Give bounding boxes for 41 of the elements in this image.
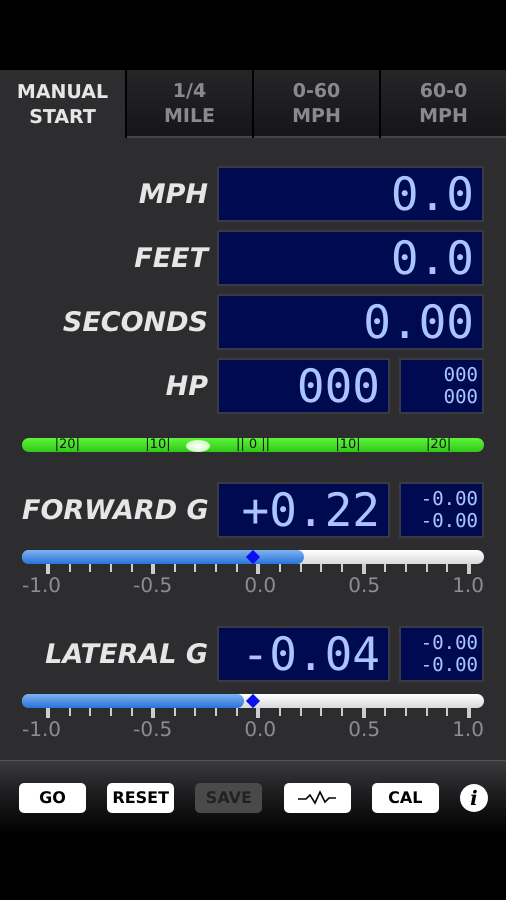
scale-label: 0.5 <box>348 574 380 596</box>
mode-tab[interactable]: 1/4 MILE <box>127 70 252 138</box>
mode-tab[interactable]: 60-0 MPH <box>381 70 506 138</box>
digital-display: 0.00 <box>217 294 484 350</box>
readout-label: FEET <box>133 242 208 274</box>
readout-label: MPH <box>138 178 208 210</box>
graph-button[interactable] <box>284 782 351 812</box>
digital-display: -0.04 <box>217 626 390 682</box>
small-display: -0.00 -0.00 <box>399 482 484 538</box>
digital-display: 000 <box>217 358 390 414</box>
zero-marker-icon <box>246 694 260 708</box>
info-button[interactable]: i <box>460 784 488 812</box>
scale-label: -0.5 <box>133 574 172 596</box>
mode-tab[interactable]: MANUAL START <box>0 70 125 138</box>
readout-label: SECONDS <box>62 306 208 338</box>
scale-label: 1.0 <box>452 574 484 596</box>
scale-label: |20| <box>54 438 80 452</box>
scale-label: |10| <box>145 438 171 452</box>
toolbar-button[interactable]: GO <box>19 782 86 812</box>
scale-label: 0.0 <box>244 718 276 740</box>
scale-label: 0.0 <box>244 574 276 596</box>
mode-tab[interactable]: 0-60 MPH <box>254 70 379 138</box>
small-display: -0.00 -0.00 <box>399 626 484 682</box>
digital-display: +0.22 <box>217 482 390 538</box>
scale-label: || 0 || <box>236 438 270 452</box>
gauge-label: FORWARD G <box>22 494 208 526</box>
gauge-label: LATERAL G <box>44 638 208 670</box>
toolbar-button[interactable]: RESET <box>107 782 174 812</box>
scale-label: |20| <box>426 438 452 452</box>
scale-label: 0.5 <box>348 718 380 740</box>
digital-display: 0.0 <box>217 230 484 286</box>
scale-label: |10| <box>335 438 361 452</box>
scale-label: -0.5 <box>133 718 172 740</box>
waveform-icon <box>297 790 338 806</box>
small-display: 000 000 <box>399 358 484 414</box>
toolbar-button[interactable]: CAL <box>372 782 439 812</box>
readout-label: HP <box>164 370 208 402</box>
scale-label: -1.0 <box>22 718 62 740</box>
scale-label: 1.0 <box>452 718 484 740</box>
scale-label: -1.0 <box>22 574 62 596</box>
digital-display: 0.0 <box>217 166 484 222</box>
